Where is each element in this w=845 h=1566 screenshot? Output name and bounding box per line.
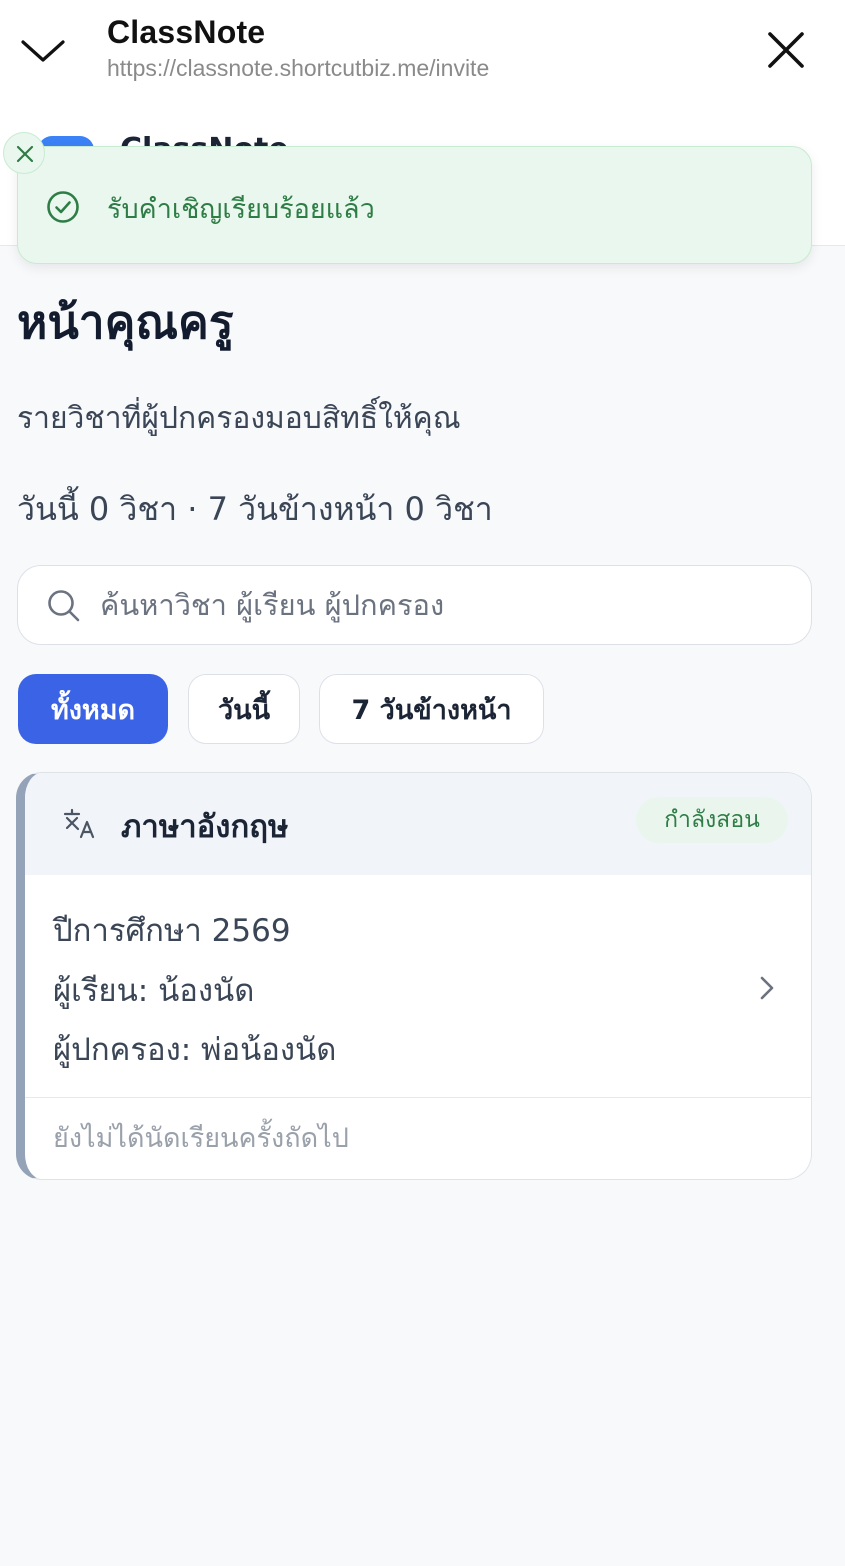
page-subtitle: รายวิชาที่ผู้ปกครองมอบสิทธิ์ให้คุณ	[17, 401, 461, 436]
browser-page-title: ClassNote	[107, 14, 266, 50]
schedule-summary: วันนี้ 0 วิชา · 7 วันข้างหน้า 0 วิชา	[17, 490, 493, 528]
search-icon	[48, 590, 80, 622]
next-session-note: ยังไม่ได้นัดเรียนครั้งถัดไป	[53, 1123, 349, 1154]
close-icon[interactable]	[762, 26, 810, 74]
subject-card-header: ภาษาอังกฤษ กำลังสอน	[25, 773, 811, 875]
page-title: หน้าคุณครู	[17, 295, 234, 349]
filter-next-7-days-chip[interactable]: 7 วันข้างหน้า	[319, 674, 544, 744]
subject-card[interactable]: ภาษาอังกฤษ กำลังสอน ปีการศึกษา 2569 ผู้เ…	[16, 772, 812, 1180]
student-name: ผู้เรียน: น้องนัด	[53, 973, 255, 1009]
chevron-right-icon[interactable]	[755, 975, 779, 1001]
close-icon	[16, 145, 34, 163]
translate-icon	[63, 808, 95, 839]
parent-name: ผู้ปกครอง: พ่อน้องนัด	[53, 1032, 337, 1068]
chevron-down-icon[interactable]	[20, 30, 66, 70]
academic-year: ปีการศึกษา 2569	[53, 913, 291, 949]
browser-url[interactable]: https://classnote.shortcutbiz.me/invite	[107, 55, 489, 82]
search-input[interactable]	[100, 582, 790, 628]
divider	[25, 1097, 811, 1098]
success-toast: รับคำเชิญเรียบร้อยแล้ว	[17, 146, 812, 264]
status-badge: กำลังสอน	[636, 797, 788, 843]
check-circle-icon	[47, 191, 79, 223]
subject-card-body: ปีการศึกษา 2569 ผู้เรียน: น้องนัด ผู้ปกค…	[25, 875, 811, 1097]
toast-message: รับคำเชิญเรียบร้อยแล้ว	[107, 194, 375, 225]
filter-today-chip[interactable]: วันนี้	[188, 674, 300, 744]
search-box[interactable]	[17, 565, 812, 645]
subject-name: ภาษาอังกฤษ	[121, 809, 289, 845]
toast-close-button[interactable]	[3, 132, 45, 174]
browser-toolbar: ClassNote https://classnote.shortcutbiz.…	[0, 0, 845, 100]
filter-all-chip[interactable]: ทั้งหมด	[18, 674, 168, 744]
